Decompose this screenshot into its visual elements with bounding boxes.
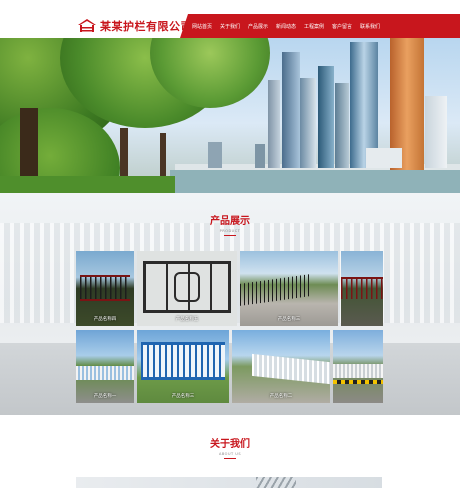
site-logo[interactable]: 某某护栏有限公司 — [78, 16, 192, 36]
main-nav: 网站首页 关于我们 产品展示 新闻动态 工程案例 客户留言 联系我们 — [188, 14, 384, 38]
product-tile[interactable]: 产品名称二 — [232, 330, 330, 403]
company-name: 某某护栏有限公司 — [100, 20, 192, 33]
curb-stripe — [333, 380, 383, 384]
nav-item-contact[interactable]: 联系我们 — [356, 23, 384, 30]
tower-4 — [318, 66, 334, 168]
background-road — [0, 343, 460, 415]
fence-graphic — [143, 261, 231, 313]
products-subtitle: PRODUCT — [219, 229, 241, 233]
products-section: 产品展示 PRODUCT 产品名称四 产品名称五 产品名称三 产品名称一 产品名… — [0, 193, 460, 415]
product-label: 产品名称二 — [269, 394, 293, 399]
product-label: 产品名称四 — [93, 317, 117, 322]
nav-item-news[interactable]: 新闻动态 — [272, 23, 300, 30]
fence-graphic — [252, 353, 330, 385]
nav-item-home[interactable]: 网站首页 — [188, 23, 216, 30]
tower-2 — [282, 52, 300, 168]
nav-item-cases[interactable]: 工程案例 — [300, 23, 328, 30]
title-underline — [224, 458, 236, 459]
product-tile[interactable]: 产品名称五 — [137, 251, 237, 326]
fence-graphic — [80, 275, 130, 301]
nav-item-message[interactable]: 客户留言 — [328, 23, 356, 30]
about-section: 关于我们 ABOUT US — [0, 415, 460, 488]
product-label: 产品名称三 — [171, 394, 195, 399]
product-tile[interactable]: 产品名称四 — [76, 251, 134, 326]
tower-8 — [425, 96, 447, 168]
nav-item-about[interactable]: 关于我们 — [216, 23, 244, 30]
about-heading: 关于我们 ABOUT US — [0, 435, 460, 459]
fence-graphic — [333, 364, 383, 378]
product-label: 产品名称三 — [277, 317, 301, 322]
fence-graphic — [141, 342, 225, 380]
products-title: 产品展示 — [210, 216, 250, 227]
grass — [0, 176, 175, 193]
product-tile[interactable]: 产品名称三 — [240, 251, 338, 326]
product-tile[interactable] — [341, 251, 383, 326]
tower-10 — [255, 144, 265, 168]
fence-graphic — [240, 274, 310, 306]
about-image — [76, 477, 382, 488]
nav-item-products[interactable]: 产品展示 — [244, 23, 272, 30]
logo-icon — [78, 19, 96, 32]
fence-graphic — [76, 366, 134, 380]
product-label: 产品名称一 — [93, 394, 117, 399]
tower-1 — [268, 80, 280, 168]
product-tile[interactable]: 产品名称一 — [76, 330, 134, 403]
product-label: 产品名称五 — [175, 317, 199, 322]
tower-5 — [335, 83, 349, 168]
hero-banner — [0, 38, 460, 193]
product-tile[interactable] — [333, 330, 383, 403]
products-heading: 产品展示 PRODUCT — [0, 212, 460, 236]
tower-3 — [300, 78, 316, 168]
low-building — [366, 148, 402, 168]
about-subtitle: ABOUT US — [218, 452, 242, 456]
tower-9 — [208, 142, 222, 168]
product-tile[interactable]: 产品名称三 — [137, 330, 229, 403]
about-title: 关于我们 — [210, 439, 250, 450]
fence-graphic — [341, 277, 383, 299]
title-underline — [224, 235, 236, 236]
river — [170, 170, 460, 193]
